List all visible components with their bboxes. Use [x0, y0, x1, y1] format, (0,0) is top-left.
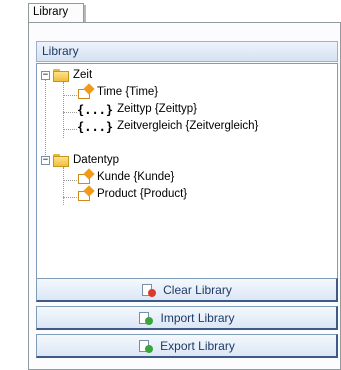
library-panel: Library − Zeit Time {Time} {...} Zeittyp…: [28, 22, 341, 370]
export-library-icon: [138, 339, 154, 353]
object-icon: [77, 168, 95, 184]
tree-node-zeitvergleich[interactable]: {...} Zeitvergleich {Zeitvergleich}: [77, 118, 258, 134]
export-library-label: Export Library: [160, 338, 235, 353]
clear-library-label: Clear Library: [163, 282, 232, 297]
import-library-button[interactable]: Import Library: [36, 306, 338, 330]
tree-node-label: Zeit: [73, 69, 93, 81]
tree-node-kunde[interactable]: Kunde {Kunde}: [77, 168, 175, 185]
library-tree: − Zeit Time {Time} {...} Zeittyp {Zeitty…: [36, 63, 338, 295]
tree-connector: [63, 129, 77, 130]
folder-icon: [53, 153, 69, 167]
tree-node-label: Kunde {Kunde}: [97, 171, 175, 183]
collapse-icon[interactable]: −: [41, 155, 50, 165]
tree-node-product[interactable]: Product {Product}: [77, 185, 188, 202]
object-icon: [77, 185, 95, 201]
tree-connector: [63, 197, 77, 198]
tree-connector: [63, 95, 77, 96]
tree-node-zeittyp[interactable]: {...} Zeittyp {Zeittyp}: [77, 101, 197, 117]
clear-library-icon: [141, 283, 157, 297]
tree-connector: [63, 112, 77, 113]
tree-node-label: Time {Time}: [97, 86, 159, 98]
tree-node-label: Zeittyp {Zeittyp}: [117, 103, 198, 115]
tab-strip: Library: [28, 0, 341, 22]
tab-library[interactable]: Library: [28, 3, 86, 22]
brace-icon: {...}: [77, 120, 114, 134]
import-library-icon: [138, 311, 154, 325]
clear-library-button[interactable]: Clear Library: [36, 278, 338, 302]
tree-connector: [45, 78, 46, 161]
tree-node-datentyp[interactable]: − Datentyp: [41, 152, 119, 168]
export-library-button[interactable]: Export Library: [36, 334, 338, 358]
tree-connector: [63, 167, 64, 205]
tree-node-time[interactable]: Time {Time}: [77, 83, 159, 100]
collapse-icon[interactable]: −: [41, 70, 50, 80]
section-header[interactable]: Library: [36, 41, 338, 62]
tree-node-zeit[interactable]: − Zeit: [41, 67, 92, 83]
folder-icon: [53, 68, 69, 82]
tree-node-label: Datentyp: [73, 154, 120, 166]
object-icon: [77, 83, 95, 99]
tree-connector: [63, 180, 77, 181]
tree-node-label: Zeitvergleich {Zeitvergleich}: [117, 120, 259, 132]
import-library-label: Import Library: [160, 310, 235, 325]
brace-icon: {...}: [77, 103, 114, 117]
tree-node-label: Product {Product}: [97, 188, 188, 200]
